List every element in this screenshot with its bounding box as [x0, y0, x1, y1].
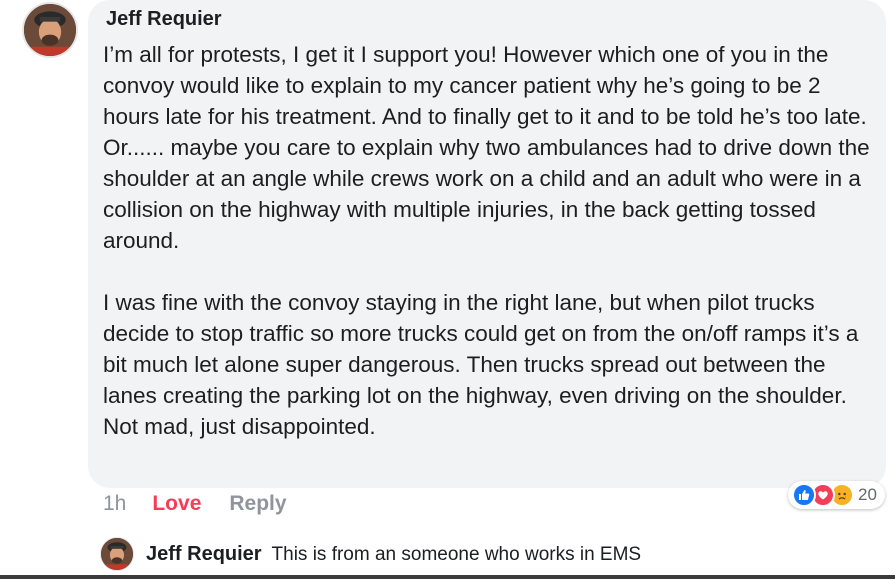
comment-paragraph: I was fine with the convoy staying in th… [103, 290, 859, 439]
like-icon [792, 483, 816, 507]
author-avatar[interactable] [22, 2, 78, 58]
reply-comment: Jeff Requier This is from an someone who… [146, 543, 641, 566]
love-reaction-button[interactable]: Love [152, 492, 201, 516]
reply-text: This is from an someone who works in EMS [271, 544, 642, 565]
avatar-photo [101, 538, 133, 570]
reply-button[interactable]: Reply [229, 492, 286, 516]
comment-timestamp[interactable]: 1h [103, 492, 126, 516]
comment-body: I’m all for protests, I get it I support… [103, 39, 878, 442]
comment-author-name[interactable]: Jeff Requier [106, 8, 222, 31]
comment-paragraph: Or...... maybe you care to explain why t… [103, 135, 870, 253]
comment-paragraph: I’m all for protests, I get it I support… [103, 42, 867, 129]
comment-actions: 1h Love Reply [103, 490, 287, 518]
avatar-photo [24, 4, 76, 56]
reply-author-avatar[interactable] [100, 537, 134, 571]
reactions-summary[interactable]: 20 [788, 481, 885, 509]
reaction-count: 20 [858, 485, 877, 504]
bottom-divider [0, 575, 895, 579]
reply-author-name[interactable]: Jeff Requier [146, 543, 262, 565]
